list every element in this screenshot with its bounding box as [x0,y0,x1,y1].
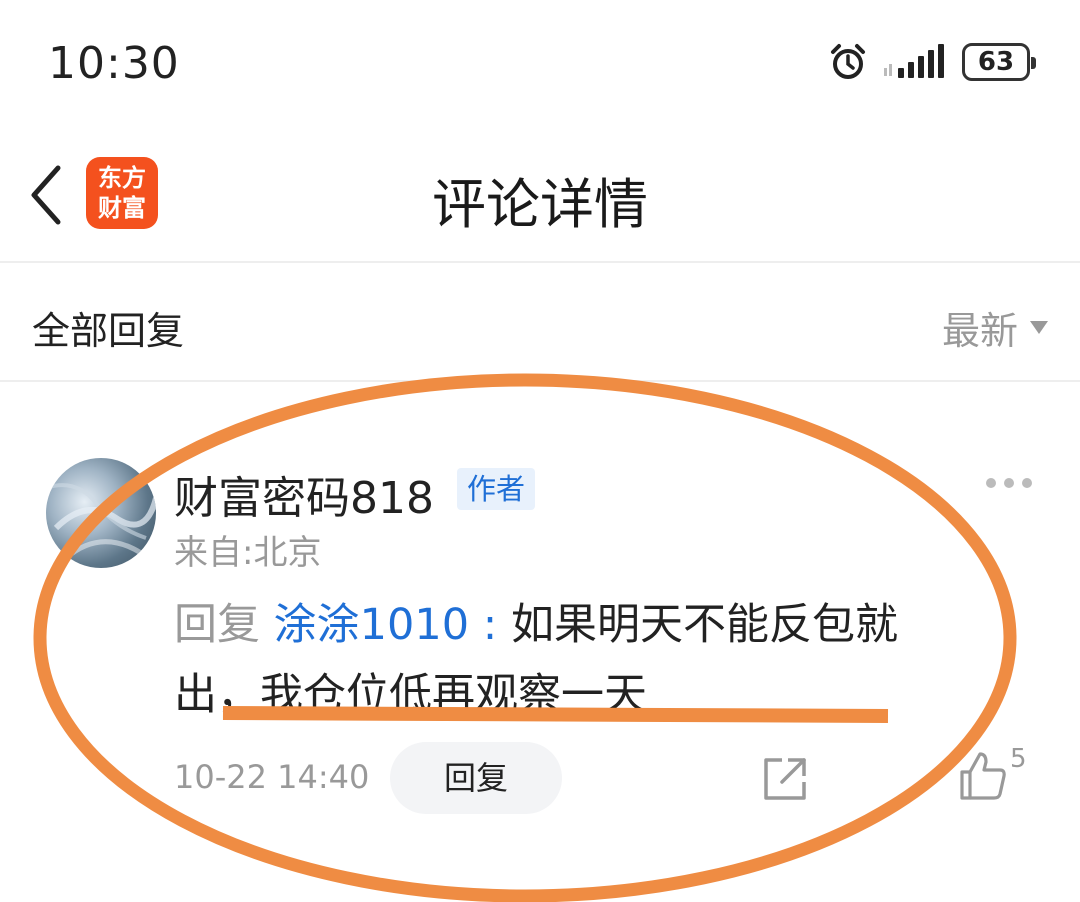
avatar[interactable] [46,458,156,568]
section-title: 全部回复 [32,309,185,353]
username[interactable]: 财富密码818 [174,462,434,526]
more-dot-icon [986,478,996,488]
more-dot-icon [1022,478,1032,488]
avatar-image [46,483,156,560]
reply-button[interactable]: 回复 [390,742,562,814]
status-time: 10:30 [48,38,180,89]
reply-prefix: 回复 [174,600,260,650]
battery-icon: 63 [962,43,1036,81]
status-icons: 63 [828,40,1036,84]
comment-text: 回复 涂涂1010 : 如果明天不能反包就出，我仓位低再观察一天 [174,590,974,730]
battery-level: 63 [977,47,1015,77]
more-options-button[interactable] [986,478,1032,488]
signal-icon [884,44,944,78]
like-button[interactable] [958,750,1008,802]
mention-link[interactable]: 涂涂1010 [274,600,469,650]
comment-location: 来自:北京 [174,533,322,573]
share-button[interactable] [762,756,808,802]
app-header: 东方 财富 评论详情 [0,130,1080,260]
comment-timestamp: 10-22 14:40 [174,758,370,796]
mention-separator: : [482,600,498,650]
share-icon [764,758,806,800]
more-dot-icon [1004,478,1014,488]
sort-dropdown[interactable]: 最新 [942,300,1048,355]
status-bar: 10:30 63 [0,0,1080,120]
like-count: 5 [1010,744,1027,774]
thumbs-up-icon [960,752,1006,800]
sort-label: 最新 [941,309,1018,353]
alarm-icon [831,44,865,79]
author-badge: 作者 [457,468,536,510]
section-divider [0,380,1080,382]
header-divider [0,261,1080,263]
caret-down-icon [1030,321,1048,334]
page-title: 评论详情 [432,173,648,236]
